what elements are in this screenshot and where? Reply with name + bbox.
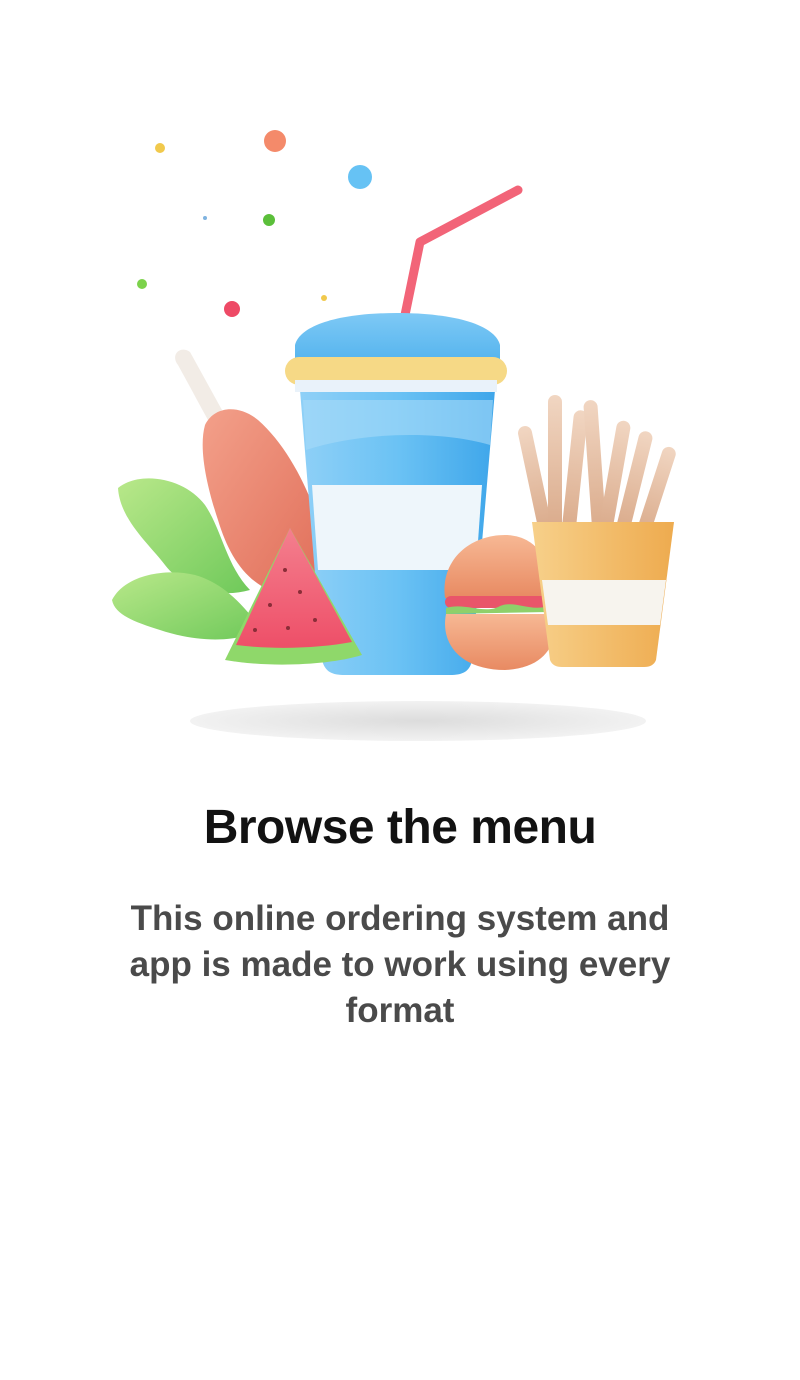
confetti-dots — [137, 130, 372, 317]
shadow — [190, 701, 646, 741]
straw-icon — [400, 185, 523, 320]
page-title: Browse the menu — [203, 801, 597, 854]
page-description: This online ordering system and app is m… — [129, 899, 671, 1030]
food-illustration — [112, 130, 676, 741]
